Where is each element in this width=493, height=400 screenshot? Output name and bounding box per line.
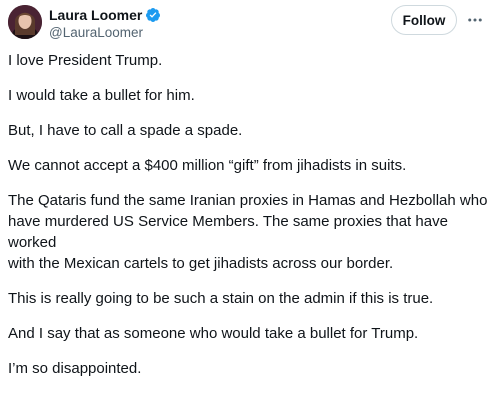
avatar[interactable] [8,5,42,39]
tweet-paragraph: And I say that as someone who would take… [8,325,419,342]
more-options-button[interactable] [463,9,487,31]
tweet-text: I love President Trump. I would take a b… [8,50,488,393]
verified-badge-icon[interactable] [145,7,161,23]
follow-button[interactable]: Follow [391,5,457,35]
tweet-paragraph: But, I have to call a spade a spade. [8,122,243,139]
author-name-row: Laura Loomer [49,6,161,24]
tweet-paragraph: I would take a bullet for him. [8,87,195,104]
tweet-paragraph: I’m so disappointed. [8,360,142,377]
tweet-paragraph: The Qataris fund the same Iranian proxie… [8,192,488,272]
author-handle[interactable]: @LauraLoomer [49,24,143,41]
tweet-paragraph: I love President Trump. [8,52,163,69]
profile-photo-icon [8,5,42,39]
tweet-card: Laura Loomer @LauraLoomer Follow I love … [0,0,493,400]
tweet-paragraph: We cannot accept a $400 million “gift” f… [8,157,407,174]
tweet-paragraph: This is really going to be such a stain … [8,290,434,307]
author-display-name[interactable]: Laura Loomer [49,6,142,24]
more-horizontal-icon [468,18,482,22]
